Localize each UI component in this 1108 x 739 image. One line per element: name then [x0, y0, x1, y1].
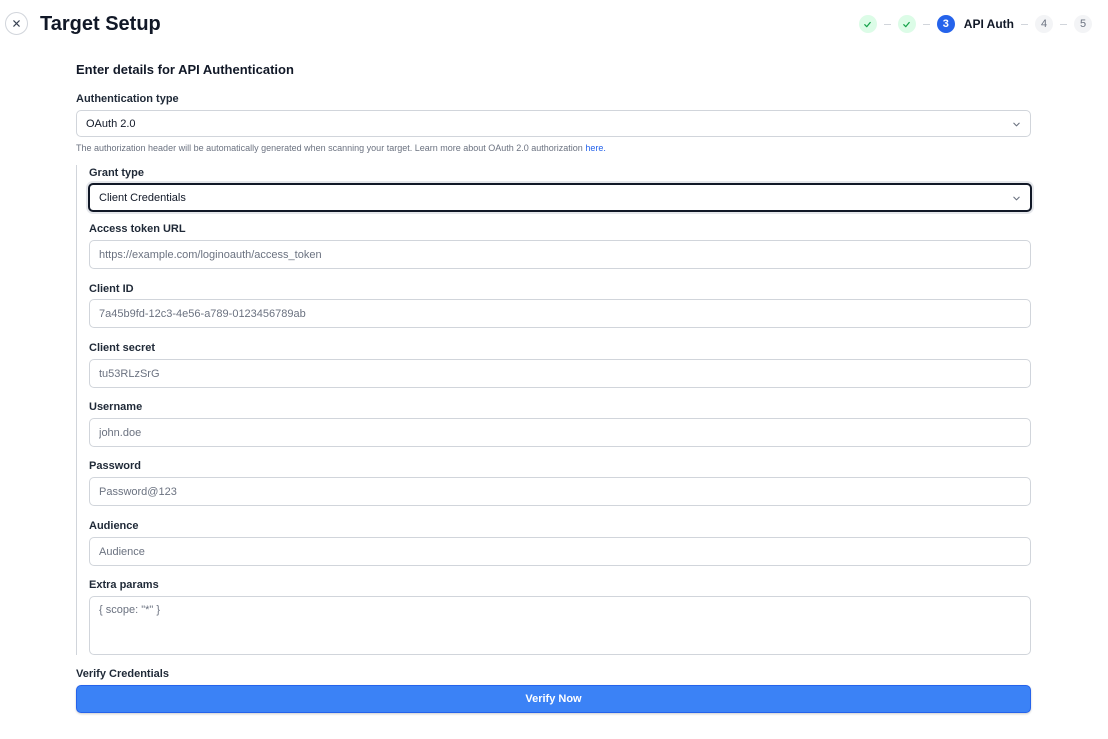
client-secret-input[interactable] [89, 359, 1031, 388]
step-5[interactable]: 5 [1074, 15, 1092, 33]
chevron-down-icon [1013, 122, 1020, 126]
grant-type-label: Grant type [89, 167, 145, 179]
close-button[interactable] [5, 12, 28, 35]
client-id-label: Client ID [89, 283, 134, 295]
client-id-input[interactable] [89, 299, 1031, 328]
access-token-url-input[interactable] [89, 240, 1031, 269]
page-title: Target Setup [40, 13, 161, 35]
username-label: Username [89, 401, 143, 413]
nested-section-divider [76, 165, 77, 655]
step-1-completed[interactable] [858, 15, 877, 33]
auth-help-body: The authorization header will be automat… [76, 143, 586, 153]
step-3-label: API Auth [963, 17, 1014, 31]
stepper: 3 API Auth 4 5 [858, 12, 1092, 36]
close-icon [13, 20, 20, 27]
chevron-down-icon [1013, 196, 1020, 200]
extra-params-textarea[interactable] [89, 596, 1031, 655]
password-input[interactable] [89, 477, 1031, 506]
step-separator [922, 23, 930, 25]
audience-label: Audience [89, 520, 139, 532]
step-4[interactable]: 4 [1035, 15, 1053, 33]
access-token-url-label: Access token URL [89, 223, 186, 235]
section-title: Enter details for API Authentication [76, 62, 294, 77]
auth-type-label: Authentication type [76, 93, 179, 105]
grant-type-value: Client Credentials [99, 191, 186, 204]
verify-credentials-label: Verify Credentials [76, 668, 169, 680]
step-separator [1060, 23, 1067, 25]
extra-params-label: Extra params [89, 579, 159, 591]
step-2-completed[interactable] [897, 15, 916, 33]
check-icon [864, 21, 872, 27]
step-separator [1021, 23, 1028, 25]
username-input[interactable] [89, 418, 1031, 447]
verify-now-button[interactable]: Verify Now [76, 685, 1031, 713]
grant-type-select[interactable]: Client Credentials [88, 183, 1032, 212]
step-separator [883, 23, 891, 25]
step-3-active[interactable]: 3 [936, 15, 955, 33]
audience-input[interactable] [89, 537, 1031, 566]
password-label: Password [89, 460, 141, 472]
oauth-learn-more-link[interactable]: here. [585, 143, 606, 153]
check-icon [903, 21, 911, 27]
auth-type-value: OAuth 2.0 [86, 117, 136, 130]
auth-type-select[interactable]: OAuth 2.0 [76, 110, 1031, 137]
client-secret-label: Client secret [89, 342, 156, 354]
auth-help-text: The authorization header will be automat… [76, 143, 606, 153]
